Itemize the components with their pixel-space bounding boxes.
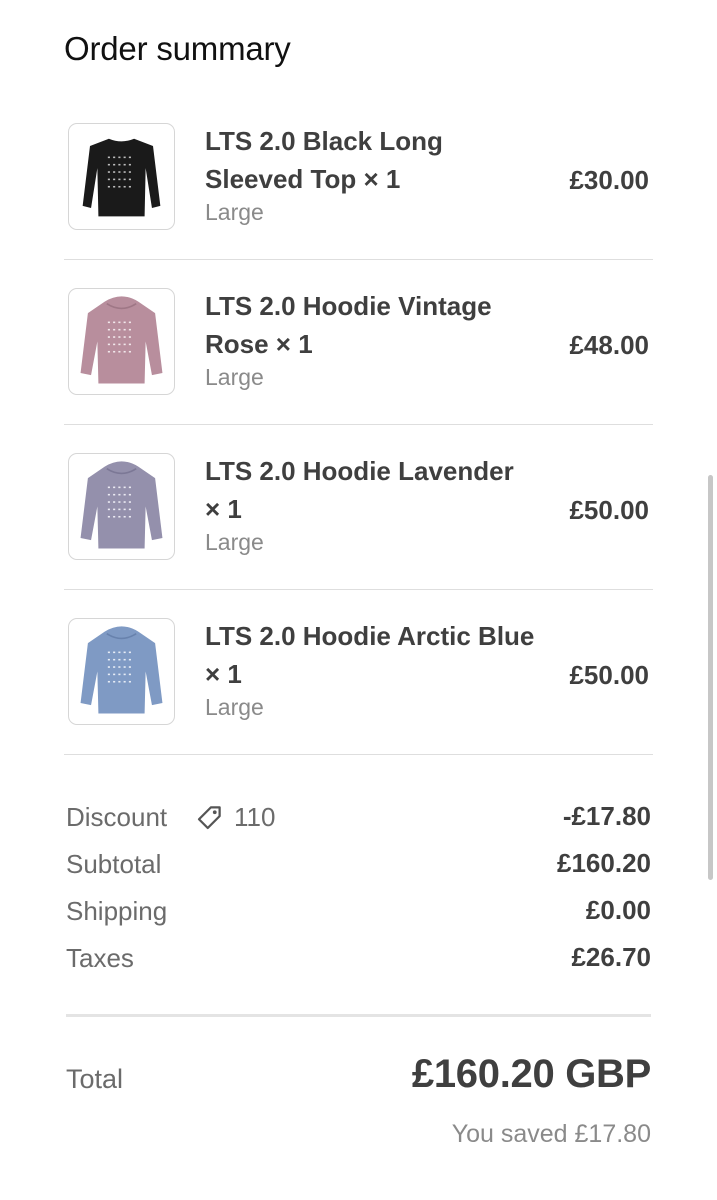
discount-code: 110 [234, 802, 276, 832]
line-item[interactable]: LTS 2.0 Black Long Sleeved Top × 1 Large… [64, 95, 653, 260]
line-item[interactable]: LTS 2.0 Hoodie Arctic Blue × 1 Large £50… [64, 590, 653, 755]
product-thumbnail [68, 453, 175, 560]
item-variant: Large [205, 199, 264, 225]
hoodie-image [80, 461, 163, 549]
line-item[interactable]: LTS 2.0 Hoodie Vintage Rose × 1 Large £4… [64, 260, 653, 425]
tag-icon [197, 805, 221, 829]
hoodie-image [80, 296, 163, 384]
product-thumbnail [68, 288, 175, 395]
hoodie-image [80, 626, 163, 714]
shipping-label: Shipping [66, 896, 168, 926]
total-divider [66, 1014, 651, 1017]
item-name: LTS 2.0 Hoodie Arctic Blue × 1 [205, 621, 535, 689]
line-item[interactable]: LTS 2.0 Hoodie Lavender × 1 Large £50.00 [64, 425, 653, 590]
product-thumbnail [68, 618, 175, 725]
subtotal-row: Subtotal £160.20 [66, 845, 651, 892]
subtotal-value: £160.20 [557, 848, 651, 878]
cost-breakdown: Discount 110 -£17.80 Subtotal £160.20 Sh… [66, 798, 651, 986]
shipping-value: £0.00 [585, 895, 651, 925]
item-name: LTS 2.0 Black Long Sleeved Top × 1 [205, 126, 443, 194]
discount-code-badge: 110 [194, 802, 275, 833]
total-label: Total [66, 1064, 124, 1094]
taxes-value: £26.70 [571, 942, 651, 972]
item-variant: Large [205, 529, 264, 555]
item-price: £30.00 [569, 165, 649, 195]
order-summary-title: Order summary [64, 30, 291, 67]
discount-label: Discount [66, 802, 168, 832]
taxes-label: Taxes [66, 943, 134, 973]
discount-value: -£17.80 [562, 801, 651, 831]
item-name: LTS 2.0 Hoodie Vintage Rose × 1 [205, 291, 492, 359]
line-items-list: LTS 2.0 Black Long Sleeved Top × 1 Large… [64, 95, 653, 755]
long-sleeve-top-image [82, 138, 161, 217]
subtotal-label: Subtotal [66, 849, 162, 879]
total-value: £160.20 GBP [411, 1052, 651, 1096]
item-price: £50.00 [569, 495, 649, 525]
shipping-row: Shipping £0.00 [66, 892, 651, 939]
savings-note: You saved £17.80 [451, 1120, 651, 1148]
product-thumbnail [68, 123, 175, 230]
taxes-row: Taxes £26.70 [66, 939, 651, 986]
discount-row: Discount 110 -£17.80 [66, 798, 651, 845]
item-price: £50.00 [569, 660, 649, 690]
scrollbar[interactable] [708, 475, 713, 880]
item-variant: Large [205, 364, 264, 390]
order-summary-page: Order summary LTS 2.0 Black Long Sleeved… [0, 0, 717, 1200]
item-name: LTS 2.0 Hoodie Lavender × 1 [205, 456, 514, 524]
item-variant: Large [205, 694, 264, 720]
item-price: £48.00 [569, 330, 649, 360]
